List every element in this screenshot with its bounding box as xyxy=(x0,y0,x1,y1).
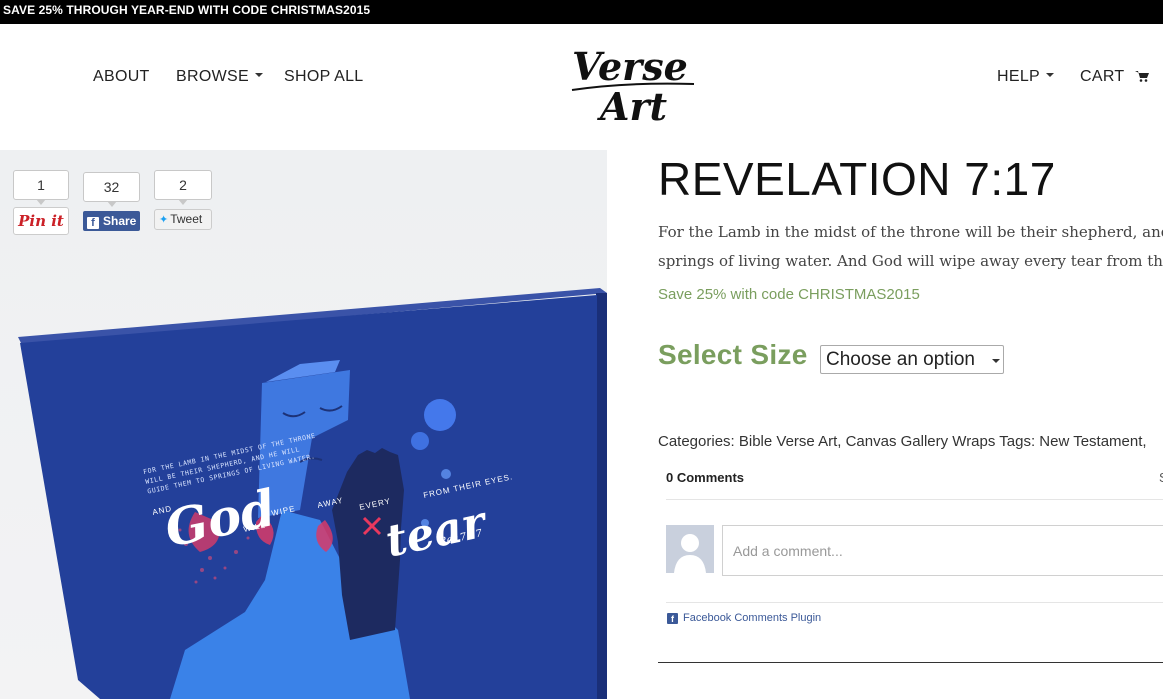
comments-sort[interactable]: S xyxy=(1159,470,1163,485)
promo-bar: SAVE 25% THROUGH YEAR-END WITH CODE CHRI… xyxy=(0,0,1163,24)
facebook-comments-plugin-link[interactable]: f Facebook Comments Plugin xyxy=(667,612,821,624)
cart-icon xyxy=(1134,71,1149,82)
nav-browse-label: BROWSE xyxy=(176,68,249,85)
facebook-icon: f xyxy=(87,217,99,229)
canvas-artwork: FOR THE LAMB IN THE MIDST OF THE THRONE … xyxy=(18,288,607,699)
comment-input[interactable]: Add a comment... xyxy=(722,525,1163,576)
facebook-share-button[interactable]: f Share xyxy=(83,211,140,231)
twitter-bird-icon: ✦ xyxy=(159,214,169,226)
facebook-count-value: 32 xyxy=(103,179,120,195)
product-description: For the Lamb in the midst of the throne … xyxy=(658,218,1163,276)
chevron-down-icon xyxy=(1046,72,1054,77)
facebook-count: 32 xyxy=(83,172,140,207)
twitter-count-value: 2 xyxy=(179,177,187,193)
logo-word-verse: Verse xyxy=(572,44,688,89)
product-image[interactable]: FOR THE LAMB IN THE MIDST OF THE THRONE … xyxy=(0,150,607,699)
avatar xyxy=(666,525,714,573)
verse-art-logo[interactable]: Verse Art xyxy=(566,38,700,130)
divider xyxy=(658,662,1163,663)
main-nav: ABOUT BROWSE SHOP ALL Verse Art HELP CAR… xyxy=(0,24,1163,150)
promo-code: CHRISTMAS2015 xyxy=(270,3,371,17)
nav-cart-label: CART xyxy=(1080,68,1125,85)
nav-shop-all[interactable]: SHOP ALL xyxy=(284,68,364,86)
pinterest-count-value: 1 xyxy=(37,177,45,193)
twitter-count: 2 xyxy=(154,170,212,205)
canvas-edge-side xyxy=(596,293,607,699)
select-size-label: Select Size xyxy=(658,339,808,370)
divider xyxy=(666,602,1163,603)
product-title: REVELATION 7:17 xyxy=(658,153,1056,205)
promo-bar-text: SAVE 25% THROUGH YEAR-END WITH CODE xyxy=(3,3,271,17)
product-description-line-1: For the Lamb in the midst of the throne … xyxy=(658,223,1163,241)
pin-it-button[interactable]: Pin it xyxy=(13,207,69,235)
nav-cart[interactable]: CART xyxy=(1080,68,1149,86)
product-meta: Categories: Bible Verse Art, Canvas Gall… xyxy=(658,433,1147,450)
nav-about[interactable]: ABOUT xyxy=(93,68,150,86)
nav-browse[interactable]: BROWSE xyxy=(176,68,263,86)
tweet-button[interactable]: ✦ Tweet xyxy=(154,209,212,230)
user-silhouette-icon xyxy=(666,525,714,573)
size-select[interactable]: Choose an option xyxy=(820,345,1004,374)
size-select-value: Choose an option xyxy=(826,349,975,370)
comments-count: 0 Comments xyxy=(666,470,745,485)
nav-shop-all-label: SHOP ALL xyxy=(284,68,364,85)
nav-help-label: HELP xyxy=(997,68,1040,85)
facebook-share-label: Share xyxy=(103,214,137,228)
facebook-icon: f xyxy=(667,613,678,624)
chevron-down-icon xyxy=(254,72,263,77)
pinterest-count: 1 xyxy=(13,170,69,205)
product-promo: Save 25% with code CHRISTMAS2015 xyxy=(658,286,920,303)
chevron-down-icon xyxy=(992,359,1000,363)
comment-input-placeholder: Add a comment... xyxy=(733,543,843,559)
pin-it-label: Pin it xyxy=(18,212,64,230)
product-description-line-2: springs of living water. And God will wi… xyxy=(658,252,1163,270)
nav-about-label: ABOUT xyxy=(93,68,150,85)
divider xyxy=(666,499,1163,500)
facebook-comments-plugin-label: Facebook Comments Plugin xyxy=(683,612,822,624)
logo-word-art: Art xyxy=(597,84,668,129)
tweet-label: Tweet xyxy=(170,212,203,226)
nav-help[interactable]: HELP xyxy=(997,68,1054,86)
